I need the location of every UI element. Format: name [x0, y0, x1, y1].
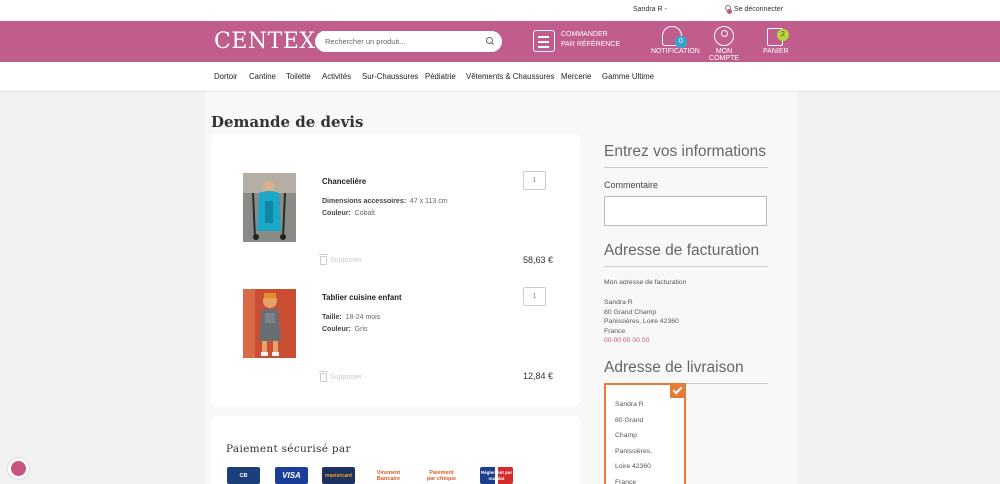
wire-transfer-logo: Virement Bancaire [372, 467, 405, 484]
delete-button[interactable]: Supprimer [319, 371, 363, 382]
logout-icon [723, 5, 732, 14]
product-attr: Couleur: Gris [322, 326, 368, 333]
cb-logo: CB [227, 467, 260, 484]
shipping-title: Adresse de livraison [604, 359, 768, 384]
address-line: France [615, 478, 637, 484]
logout-label: Se déconnecter [734, 6, 784, 13]
logo-text: CENTEX [214, 29, 316, 54]
clipboard-icon [533, 30, 555, 52]
search-input[interactable] [325, 35, 475, 48]
order-ref-label: COMMANDER PAR RÉFÉRENCE [561, 31, 620, 48]
attr-value: 18-24 mois [345, 314, 381, 321]
address-line: Sandra R [615, 401, 644, 408]
account-label: MON COMPTE [709, 48, 739, 62]
product-attr: Couleur: Cobalt [322, 210, 375, 217]
product-name[interactable]: Tablier cuisine enfant [322, 293, 402, 302]
notification-label: NOTIFICATION [651, 48, 700, 55]
product-attr: Taille: 18-24 mois [322, 314, 380, 321]
shipping-address-card[interactable]: Sandra R 80 Grand Champ Panissières, Loi… [604, 383, 686, 484]
attr-key: Couleur: [322, 326, 351, 333]
trash-icon [319, 254, 328, 265]
address-line: Sandra R [604, 299, 633, 306]
chat-widget-icon[interactable] [7, 457, 30, 480]
mandate-logo: Règlement par mandat [480, 467, 513, 484]
delete-button[interactable]: Supprimer [319, 254, 363, 265]
address-line: Loire 42360 [615, 463, 651, 471]
attr-value: Gris [354, 326, 368, 333]
address-line: 80 Grand [615, 416, 644, 424]
address-line: Champ [615, 432, 637, 440]
quantity-field[interactable]: 1 [523, 287, 546, 306]
comment-field[interactable] [604, 196, 767, 226]
trash-icon [319, 371, 328, 382]
nav-item-gamme-ultime[interactable]: Gamme Ultime [602, 72, 654, 81]
bell-icon: 0 [662, 26, 687, 48]
nav-item-cantine[interactable]: Cantine [249, 72, 276, 81]
attr-key: Taille: [322, 314, 342, 321]
cart-count-badge: 2 [777, 29, 789, 41]
comment-label: Commentaire [604, 180, 659, 190]
attr-key: Dimensions accessoires: [322, 198, 407, 205]
notification-button[interactable]: 0 NOTIFICATION [651, 26, 700, 55]
user-icon [714, 26, 734, 46]
product-price: 58,63 € [522, 255, 553, 265]
attr-value: 47 x 113 cm [409, 198, 448, 205]
product-price: 12,84 € [522, 371, 553, 381]
cheque-logo: Paiement par chèque [425, 467, 458, 484]
header: CENTEX✿ COMMANDER PAR RÉFÉRENCE 0 NOTIFI… [0, 21, 1000, 62]
nav-item-vetements[interactable]: Vêtements & Chaussures [466, 72, 554, 81]
attr-value: Cobalt [354, 210, 375, 217]
account-button[interactable]: MON COMPTE [703, 26, 745, 62]
address-line: France [604, 327, 626, 335]
nav-item-toilette[interactable]: Toilette [286, 72, 311, 81]
nav-item-sur-chaussures[interactable]: Sur-Chaussures [362, 72, 418, 81]
top-bar: Sandra R - Se déconnecter [0, 0, 1000, 21]
cart-label: PANIER [763, 48, 789, 55]
quantity-field[interactable]: 1 [523, 171, 546, 190]
notification-count-badge: 0 [675, 36, 687, 48]
billing-address: Sandra R 80 Grand Champ Panissières, Loi… [604, 298, 679, 346]
delete-label: Supprimer [330, 374, 363, 381]
nav-item-activites[interactable]: Activités [322, 72, 351, 81]
order-by-reference-button[interactable]: COMMANDER PAR RÉFÉRENCE [533, 30, 621, 52]
delete-label: Supprimer [330, 257, 363, 264]
search-icon[interactable] [486, 37, 494, 45]
product-name[interactable]: Chancelière [322, 177, 366, 186]
category-nav: Dortoir Cantine Toilette Activités Sur-C… [0, 62, 1000, 92]
logout-link[interactable]: Se déconnecter [723, 5, 783, 14]
search-box [315, 31, 502, 52]
product-attr: Dimensions accessoires: 47 x 113 cm [322, 198, 448, 205]
info-title: Entrez vos informations [604, 143, 768, 168]
attr-key: Couleur: [322, 210, 351, 217]
mastercard-logo: mastercard [322, 467, 355, 484]
billing-title: Adresse de facturation [604, 242, 768, 267]
visa-logo: VISA [275, 467, 308, 484]
nav-item-pediatrie[interactable]: Pédiatrie [425, 72, 456, 81]
product-image-tablier[interactable] [243, 289, 296, 358]
user-name: Sandra R - [633, 6, 667, 13]
nav-item-mercerie[interactable]: Mercerie [561, 72, 591, 81]
product-image-chanceliere[interactable] [243, 173, 296, 242]
address-line: Panissières, Loire 42360 [604, 318, 679, 325]
bag-icon: 2 [767, 28, 789, 46]
billing-phone: 00 00 00 00 00 [604, 337, 650, 344]
page-title: Demande de devis [211, 113, 364, 131]
address-line: 80 Grand Champ [604, 308, 657, 316]
check-icon [670, 383, 686, 398]
address-line: Panissières, [615, 447, 653, 455]
logo[interactable]: CENTEX✿ [214, 29, 329, 54]
billing-subtitle: Mon adresse de facturation [604, 279, 687, 286]
nav-item-dortoir[interactable]: Dortoir [214, 72, 237, 81]
payment-title: Paiement sécurisé par [226, 443, 351, 455]
cart-button[interactable]: 2 PANIER [763, 26, 789, 55]
